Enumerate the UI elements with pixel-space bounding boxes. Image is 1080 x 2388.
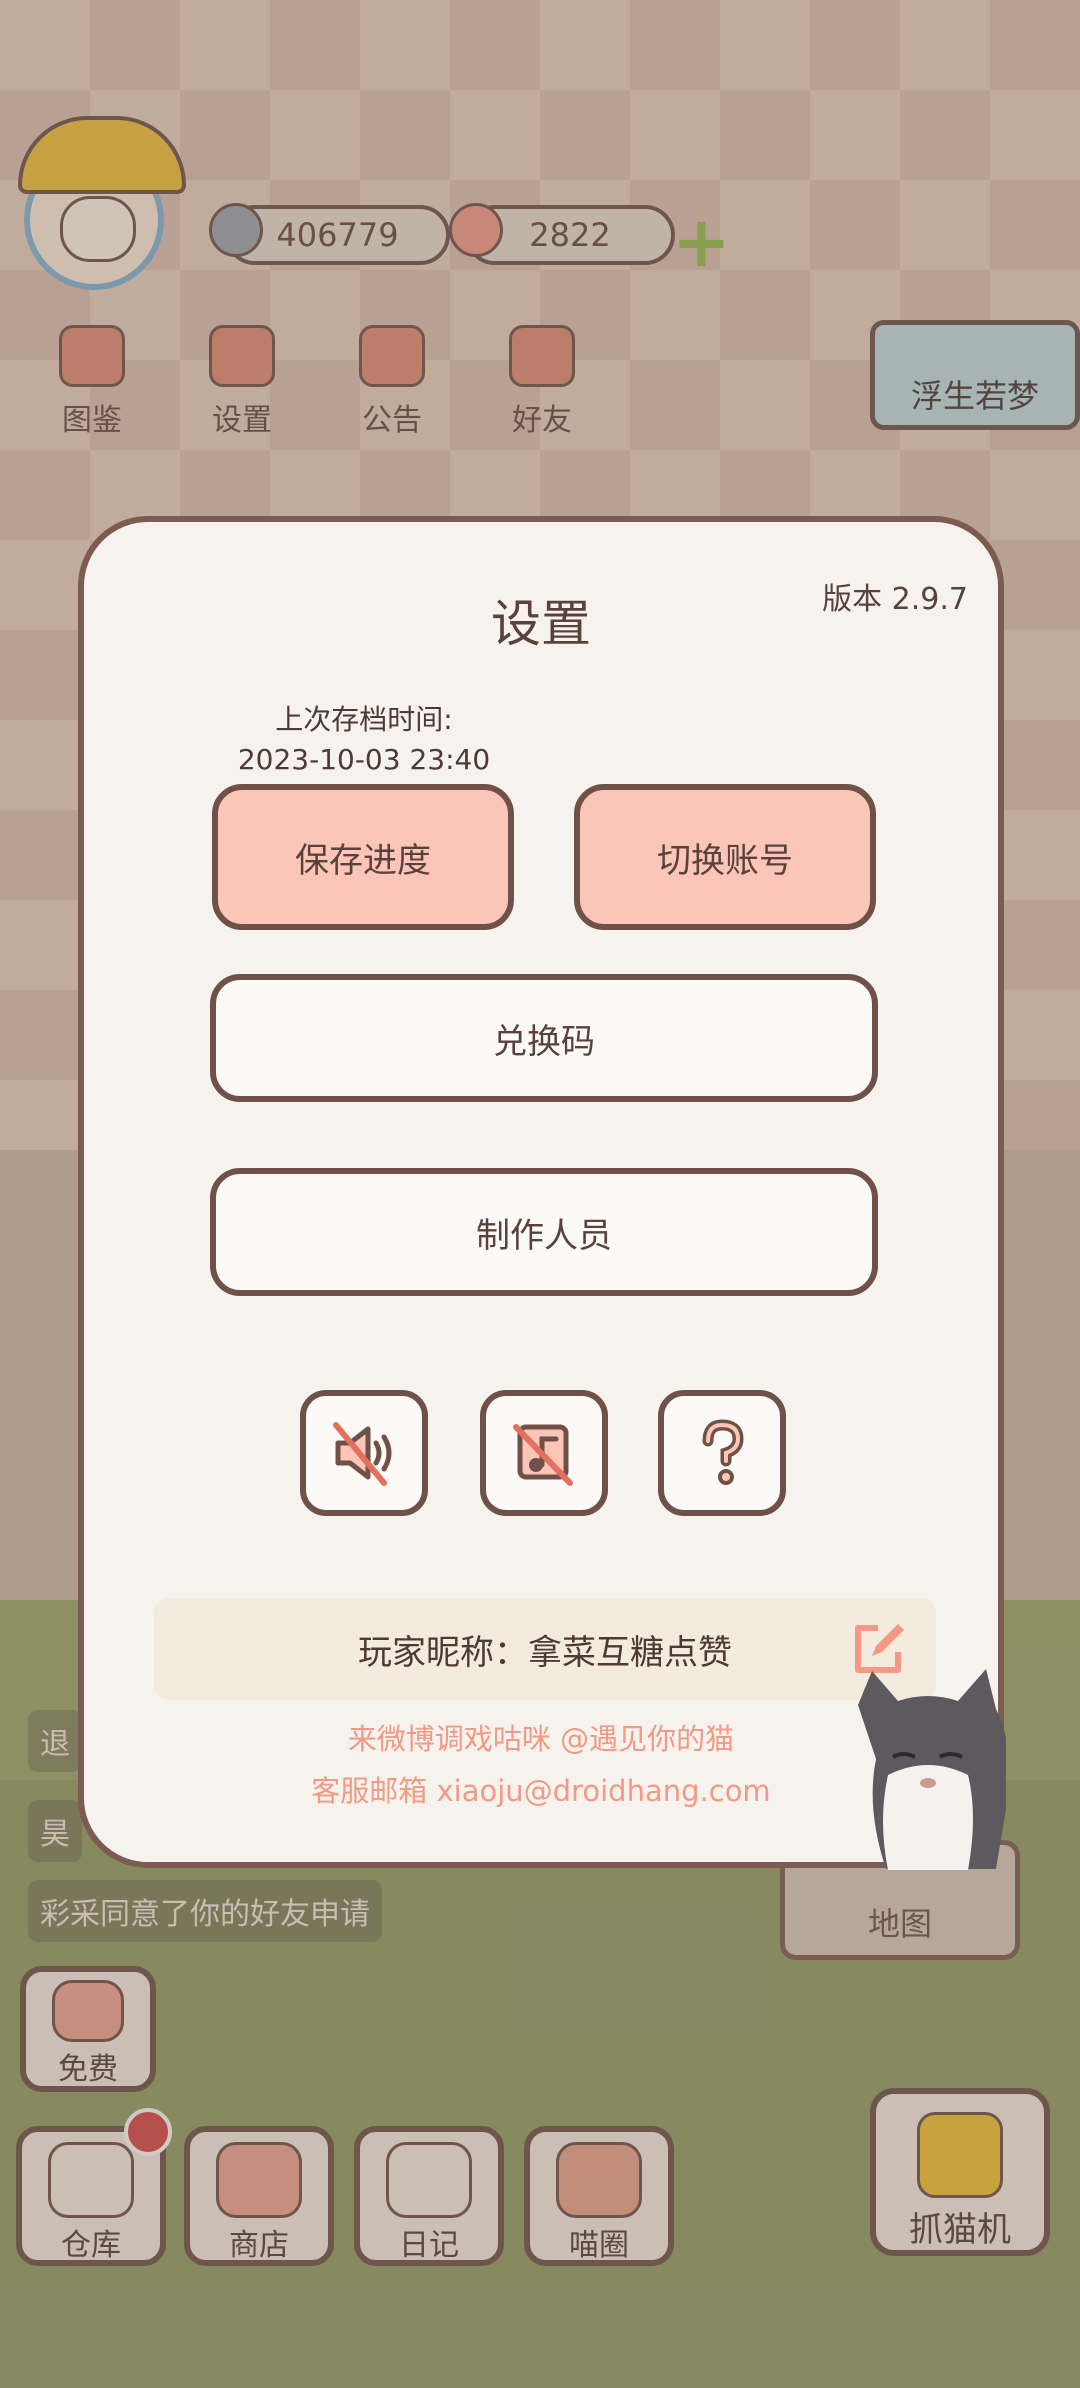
last-save-time: 2023-10-03 23:40 xyxy=(237,743,491,776)
help-button[interactable] xyxy=(658,1390,786,1516)
switch-account-label: 切换账号 xyxy=(657,840,793,881)
redeem-code-label: 兑换码 xyxy=(493,1021,595,1062)
sound-off-icon xyxy=(333,1422,392,1486)
last-save-label: 上次存档时间: xyxy=(275,703,453,736)
sound-toggle-button[interactable] xyxy=(300,1390,428,1516)
credits-label: 制作人员 xyxy=(476,1215,612,1256)
music-off-icon xyxy=(513,1424,573,1486)
cat-photo-sticker xyxy=(858,1669,1006,1870)
save-progress-button[interactable]: 保存进度 xyxy=(212,784,514,930)
credits-button[interactable]: 制作人员 xyxy=(210,1168,878,1296)
switch-account-button[interactable]: 切换账号 xyxy=(574,784,876,930)
help-icon xyxy=(702,1419,744,1485)
version-label: 版本 2.9.7 xyxy=(822,582,968,617)
last-save-info: 上次存档时间: 2023-10-03 23:40 xyxy=(224,700,504,780)
nickname-label: 玩家昵称：拿菜互糖点赞 xyxy=(358,1632,732,1673)
save-progress-label: 保存进度 xyxy=(295,840,431,881)
redeem-code-button[interactable]: 兑换码 xyxy=(210,974,878,1102)
music-toggle-button[interactable] xyxy=(480,1390,608,1516)
nickname-bar: 玩家昵称：拿菜互糖点赞 xyxy=(154,1598,936,1700)
